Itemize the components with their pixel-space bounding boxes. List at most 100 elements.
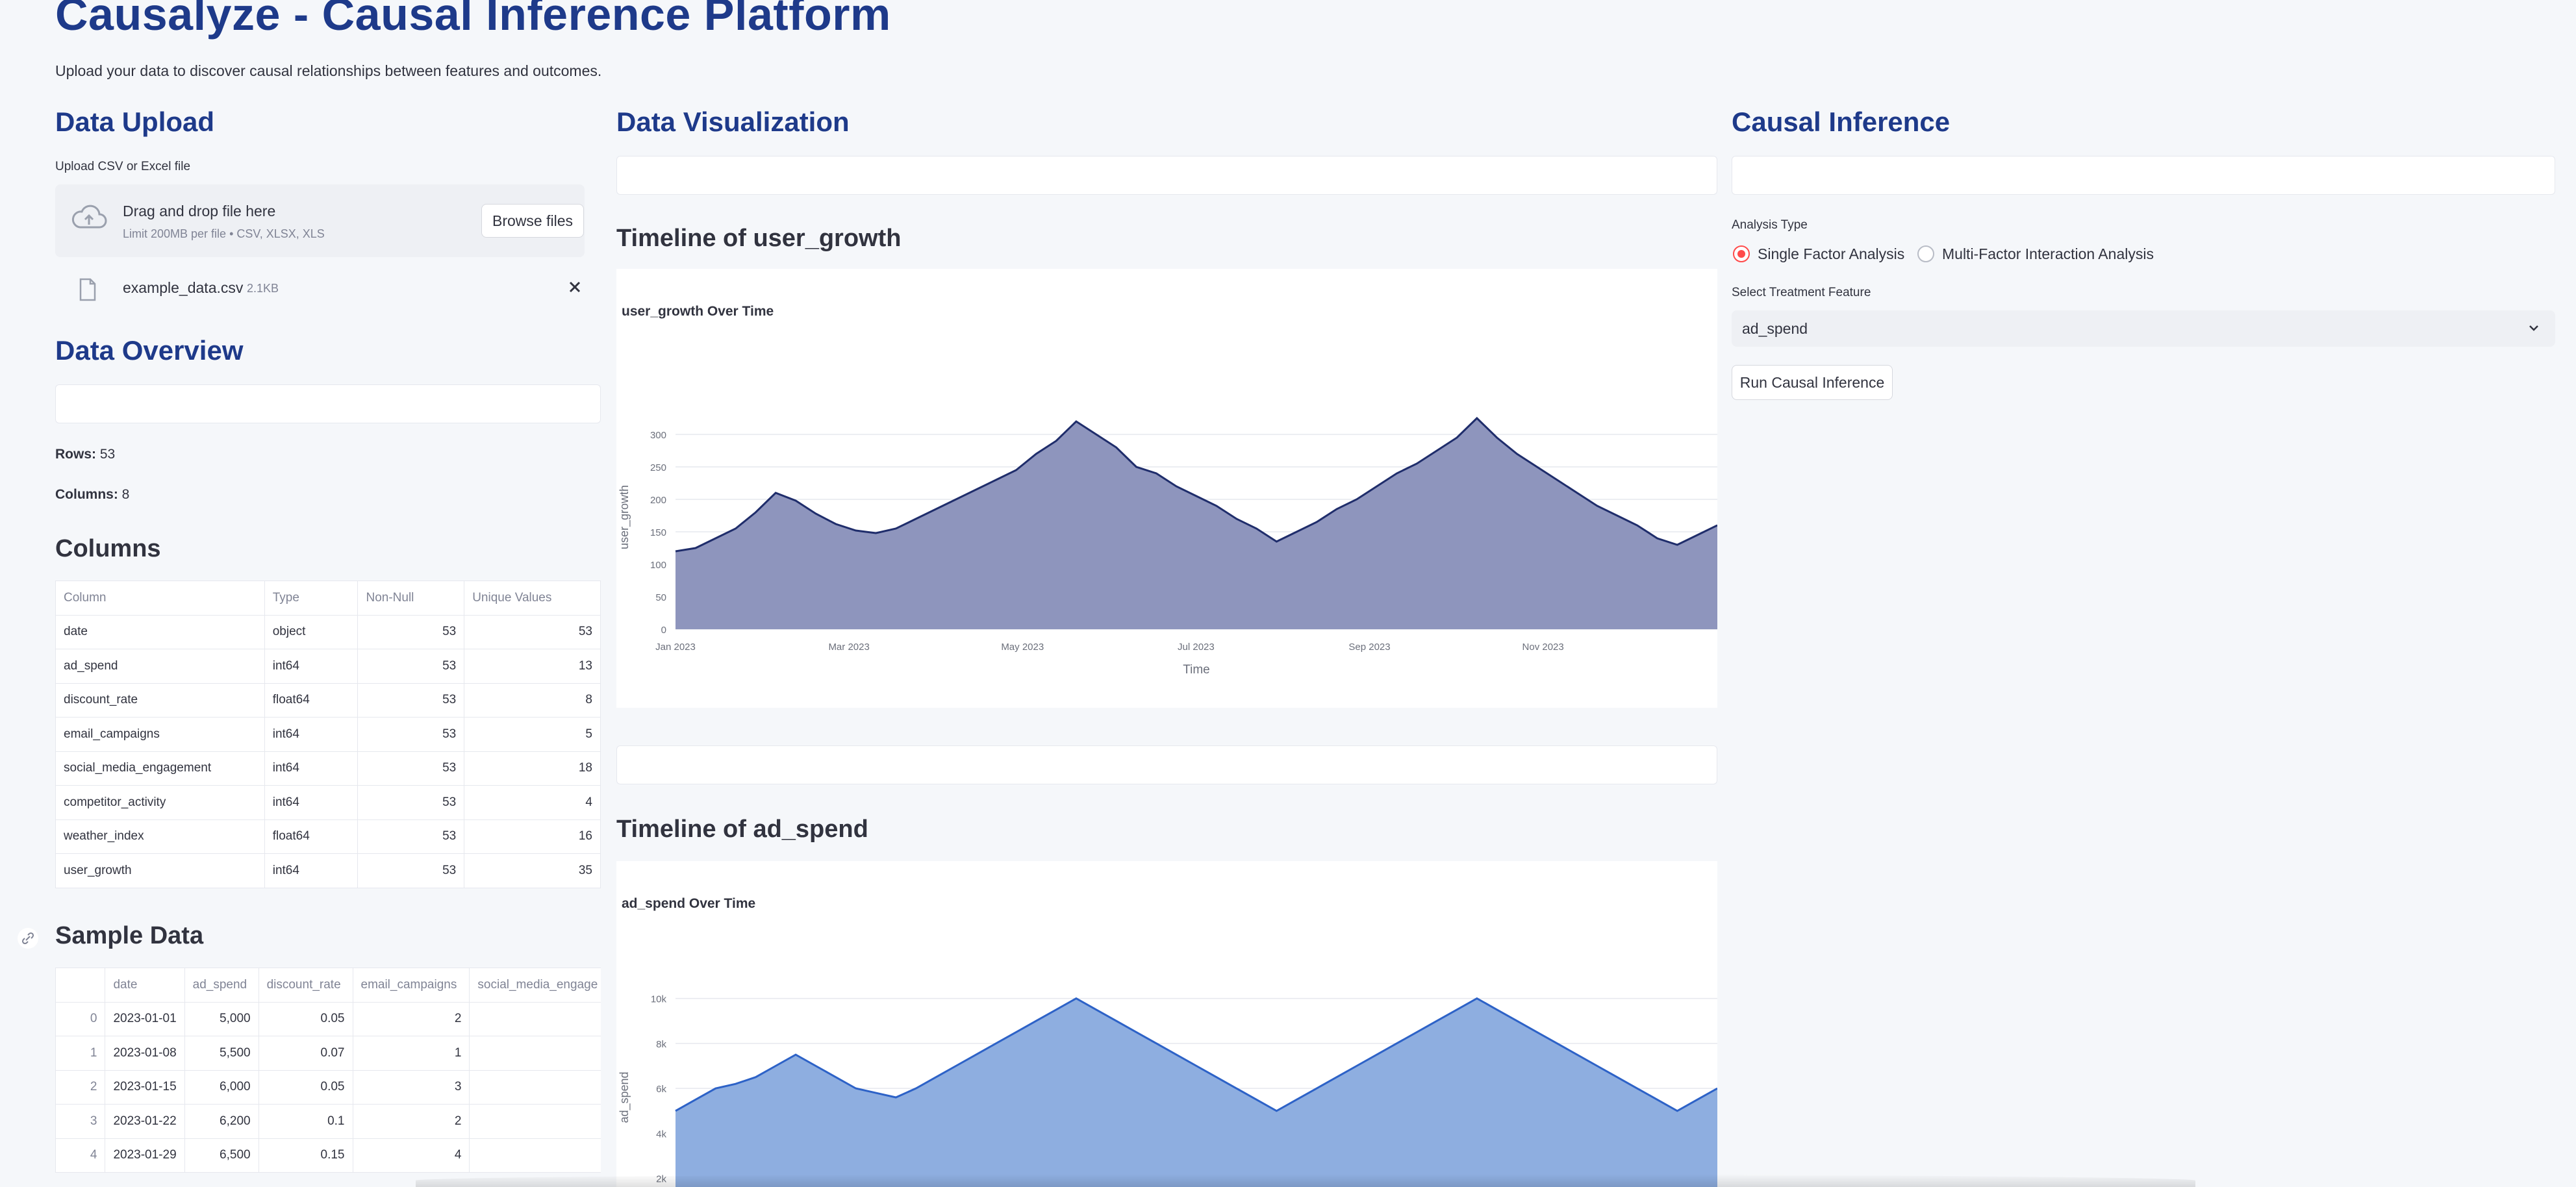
browse-files-button[interactable]: Browse files: [481, 204, 584, 238]
table-cell: 5,500: [184, 1036, 259, 1071]
table-cell: 2: [469, 1036, 601, 1071]
table-cell: int64: [264, 751, 359, 786]
ad-spend-chart[interactable]: ad_spend Over Time2k4k6k8k10kad_spend: [616, 861, 1717, 1187]
y-tick-label: 50: [655, 592, 666, 603]
column-header[interactable]: Unique Values: [464, 581, 601, 616]
table-cell: 35: [464, 853, 601, 888]
table-cell: 2: [469, 1104, 601, 1139]
treatment-feature-select[interactable]: ad_spend: [1732, 310, 2555, 347]
table-cell: 16: [464, 819, 601, 854]
table-row: social_media_engagement int64 53 18: [55, 751, 601, 786]
table-cell: 2: [352, 1104, 470, 1139]
file-name: example_data.csv: [123, 279, 244, 296]
radio-single-factor-label: Single Factor Analysis: [1758, 245, 1905, 262]
table-row: ad_spend int64 53 13: [55, 649, 601, 684]
table-cell: 0.05: [258, 1001, 353, 1036]
column-header[interactable]: Type: [264, 581, 359, 616]
table-cell: 53: [464, 614, 601, 649]
page-title: Causalyze - Causal Inference Platform: [55, 0, 891, 40]
table-cell: 53: [357, 717, 465, 752]
table-cell: 2023-01-15: [105, 1069, 185, 1105]
rows-count: Rows: 53: [55, 447, 115, 462]
table-cell: 2: [469, 1138, 601, 1173]
file-size: 2.1KB: [247, 282, 279, 295]
upload-label: Upload CSV or Excel file: [55, 160, 191, 173]
rows-value: 53: [99, 447, 116, 462]
sample-data-table-viewport[interactable]: date ad_spend discount_rate email_campai…: [55, 968, 601, 1174]
columns-value: 8: [121, 487, 130, 502]
column-header[interactable]: ad_spend: [184, 968, 259, 1003]
radio-unselected-icon: [1917, 245, 1934, 262]
treatment-feature-label: Select Treatment Feature: [1732, 286, 1871, 299]
drop-text: Drag and drop file here: [123, 203, 276, 219]
table-cell: social_media_engagement: [55, 751, 265, 786]
row-index: 3: [55, 1104, 106, 1139]
column-header[interactable]: Non-Null: [357, 581, 465, 616]
table-cell: 53: [357, 614, 465, 649]
table-cell: 6,000: [184, 1069, 259, 1105]
table-row: 22023-01-156,0000.0532: [55, 1069, 601, 1105]
table-cell: 8: [464, 682, 601, 718]
file-icon: [79, 278, 97, 305]
chart-title: user_growth Over Time: [622, 304, 774, 319]
row-index: 1: [55, 1036, 106, 1071]
radio-multi-factor[interactable]: Multi-Factor Interaction Analysis: [1916, 244, 2176, 264]
column-header[interactable]: social_media_engage: [469, 968, 601, 1003]
columns-heading: Columns: [55, 535, 161, 562]
table-row: discount_rate float64 53 8: [55, 682, 601, 718]
column-header[interactable]: discount_rate: [258, 968, 353, 1003]
columns-count: Columns: 8: [55, 487, 129, 503]
table-cell: 2: [469, 1069, 601, 1105]
series-area: [676, 998, 1717, 1187]
x-tick-label: May 2023: [1001, 642, 1044, 653]
data-overview-heading: Data Overview: [55, 335, 244, 366]
link-icon[interactable]: [17, 927, 39, 953]
overview-info-box: [55, 384, 601, 423]
sample-data-table[interactable]: date ad_spend discount_rate email_campai…: [55, 968, 601, 1173]
table-row: 02023-01-015,0000.0522: [55, 1001, 601, 1036]
table-header-row: date ad_spend discount_rate email_campai…: [55, 968, 601, 1003]
column-header[interactable]: Column: [55, 581, 265, 616]
y-tick-label: 10k: [651, 994, 667, 1005]
column-header[interactable]: date: [105, 968, 185, 1003]
table-cell: 13: [464, 649, 601, 684]
visualization-info-box: [616, 156, 1717, 195]
table-cell: int64: [264, 785, 359, 820]
y-axis-label: user_growth: [618, 485, 631, 549]
chevron-down-icon: [2527, 321, 2541, 339]
data-visualization-heading: Data Visualization: [616, 106, 850, 137]
chart-title: ad_spend Over Time: [622, 896, 755, 911]
table-cell: 53: [357, 853, 465, 888]
ad-spend-chart-svg: ad_spend Over Time2k4k6k8k10kad_spend: [618, 896, 1717, 1187]
table-cell: ad_spend: [55, 649, 265, 684]
y-tick-label: 100: [650, 560, 666, 571]
table-cell: 2: [469, 1001, 601, 1036]
table-cell: date: [55, 614, 265, 649]
y-tick-label: 150: [650, 527, 666, 538]
table-cell: 53: [357, 649, 465, 684]
table-cell: 53: [357, 751, 465, 786]
table-row: user_growth int64 53 35: [55, 853, 601, 888]
table-cell: user_growth: [55, 853, 265, 888]
y-tick-label: 4k: [656, 1129, 666, 1140]
radio-single-factor[interactable]: Single Factor Analysis: [1732, 244, 1926, 264]
table-cell: int64: [264, 649, 359, 684]
data-upload-heading: Data Upload: [55, 106, 215, 137]
table-row: 32023-01-226,2000.122: [55, 1104, 601, 1139]
table-cell: 53: [357, 682, 465, 718]
table-cell: int64: [264, 717, 359, 752]
y-tick-label: 200: [650, 495, 666, 506]
columns-table[interactable]: Column Type Non-Null Unique Values date o…: [55, 581, 601, 888]
x-axis-label: Time: [1183, 663, 1210, 677]
row-index: 0: [55, 1001, 106, 1036]
run-causal-inference-button[interactable]: Run Causal Inference: [1732, 365, 1893, 400]
x-tick-label: Jul 2023: [1178, 642, 1215, 653]
user-growth-chart[interactable]: user_growth Over Time 0 50 100 150 200 250 300 J…: [616, 269, 1717, 708]
table-cell: 1: [352, 1036, 470, 1071]
sample-data-heading: Sample Data: [55, 922, 204, 949]
column-header[interactable]: email_campaigns: [352, 968, 470, 1003]
close-icon[interactable]: [567, 279, 583, 298]
column-header[interactable]: [55, 968, 106, 1003]
rows-label: Rows:: [55, 447, 96, 462]
uploaded-file-row: example_data.csv 2.1KB: [55, 271, 585, 308]
